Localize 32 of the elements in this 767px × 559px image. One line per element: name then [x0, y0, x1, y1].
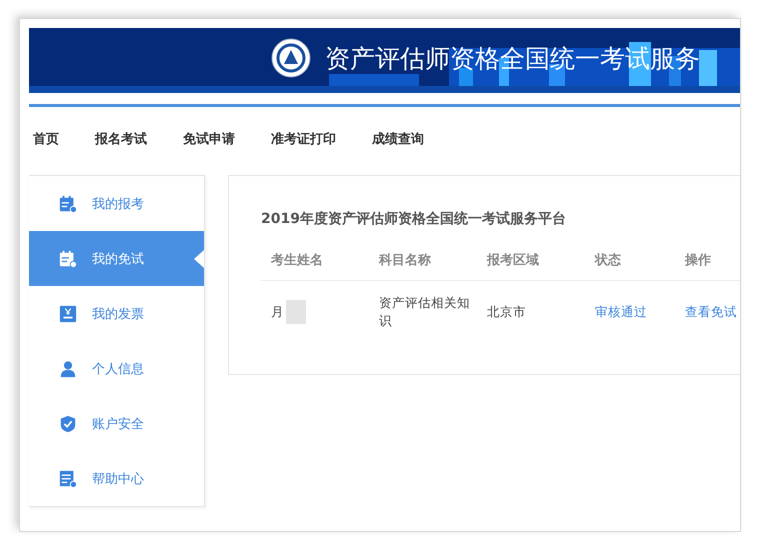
emblem-icon — [271, 38, 311, 78]
calendar-check-icon — [59, 250, 77, 268]
table-cell: 北京市 — [487, 304, 526, 318]
status-link[interactable]: 审核通过 — [595, 304, 647, 318]
sidebar-item[interactable]: 账户安全 — [29, 396, 204, 451]
invoice-icon — [59, 304, 77, 322]
help-document-icon — [59, 470, 77, 488]
sidebar-item[interactable]: 帮助中心 — [29, 451, 204, 506]
shield-icon — [59, 414, 77, 432]
person-icon — [59, 360, 77, 378]
nav-link[interactable]: 准考证打印 — [271, 130, 336, 148]
pointer-notch — [194, 250, 204, 268]
table-cell: 月 — [271, 304, 284, 320]
column-header: 状态 — [593, 252, 622, 269]
nav-link[interactable]: 成绩查询 — [372, 130, 424, 148]
nav-link[interactable]: 首页 — [33, 130, 59, 148]
calendar-check-icon — [59, 194, 77, 212]
view-link[interactable]: 查看免试 — [685, 304, 737, 318]
nav-link[interactable]: 免试申请 — [183, 130, 235, 148]
blurred-mask — [286, 300, 306, 324]
sidebar-item[interactable]: 我的免试 — [29, 231, 204, 286]
site-title: 资产评估师资格全国统一考试服务 — [325, 42, 700, 74]
column-header: 考生姓名 — [270, 252, 324, 269]
table-cell: 资产评估相关知识 — [379, 294, 471, 330]
sidebar-item[interactable]: 个人信息 — [29, 341, 204, 396]
column-header: 操作 — [684, 252, 712, 269]
nav-link[interactable]: 报名考试 — [95, 130, 147, 148]
sidebar-item[interactable]: 我的报考 — [29, 176, 204, 231]
sidebar-item[interactable]: 我的发票 — [29, 286, 204, 341]
panel-title: 2019年度资产评估师资格全国统一考试服务平台 — [261, 210, 567, 228]
column-header: 报考区域 — [486, 252, 540, 269]
column-header: 科目名称 — [378, 252, 432, 269]
